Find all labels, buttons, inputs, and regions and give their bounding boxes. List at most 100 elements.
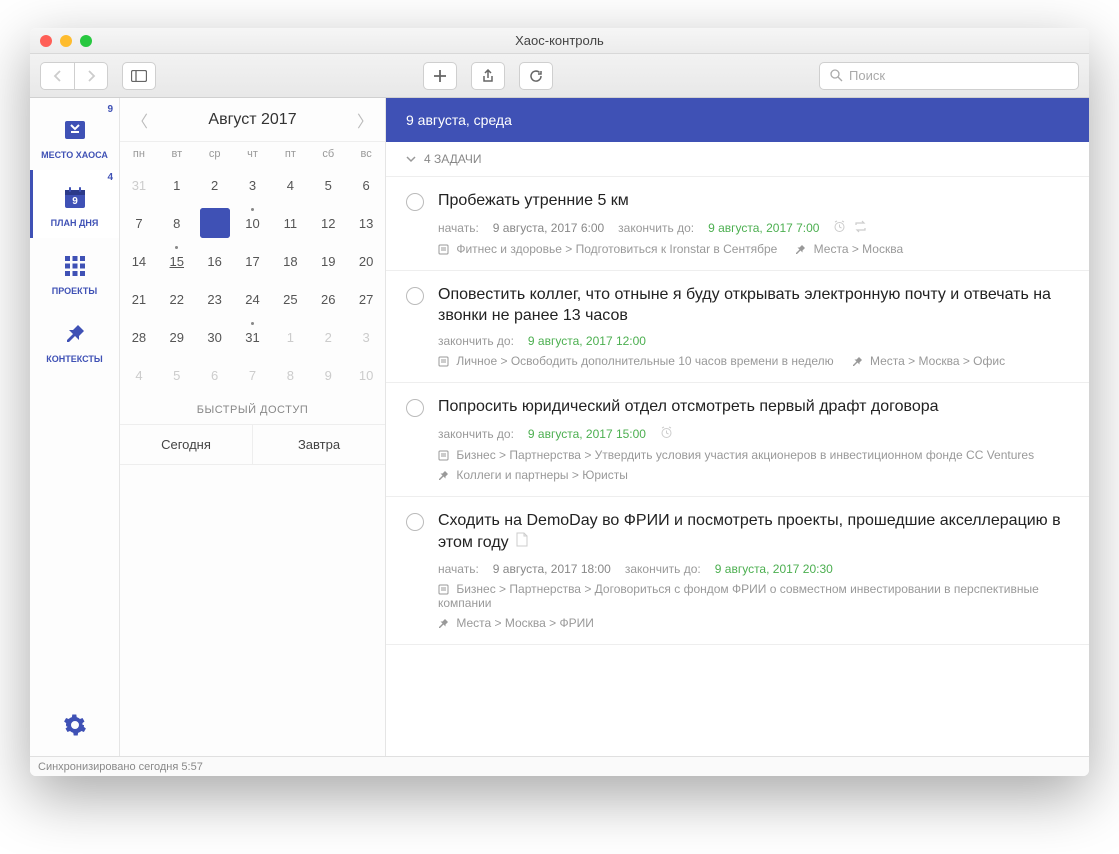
calendar-day[interactable]: 16 [196,242,234,280]
task-checkbox[interactable] [406,399,424,417]
prev-month-button[interactable]: 〈 [132,108,148,132]
body: 9 МЕСТО ХАОСА 4 9 ПЛАН ДНЯ ПРОЕКТЫ КОНТЕ… [30,98,1089,756]
calendar-day[interactable]: 1 [271,318,309,356]
task-item[interactable]: Попросить юридический отдел отсмотреть п… [386,383,1089,497]
back-button[interactable] [40,62,74,90]
calendar-day[interactable]: 11 [271,204,309,242]
calendar-title: Август 2017 [208,111,296,129]
calendar-day[interactable]: 21 [120,280,158,318]
inbox-icon [61,116,89,144]
calendar-day[interactable]: 19 [309,242,347,280]
pin-icon [61,320,89,348]
quick-access-header: БЫСТРЫЙ ДОСТУП [120,394,385,424]
calendar-day[interactable]: 2 [309,318,347,356]
task-checkbox[interactable] [406,287,424,305]
share-button[interactable] [471,62,505,90]
task-checkbox[interactable] [406,193,424,211]
next-month-button[interactable]: 〉 [357,108,373,132]
calendar-day[interactable]: 8 [158,204,196,242]
sidebar: 9 МЕСТО ХАОСА 4 9 ПЛАН ДНЯ ПРОЕКТЫ КОНТЕ… [30,98,120,756]
calendar-day[interactable]: 7 [234,356,272,394]
task-checkbox[interactable] [406,513,424,531]
calendar-day[interactable]: 20 [347,242,385,280]
calendar-day[interactable]: 15 [158,242,196,280]
calendar-day[interactable]: 8 [271,356,309,394]
calendar-day[interactable]: 14 [120,242,158,280]
calendar-day[interactable]: 2 [196,166,234,204]
settings-button[interactable] [30,699,119,756]
calendar-header: 〈 Август 2017 〉 [120,98,385,142]
forward-button[interactable] [74,62,108,90]
sidebar-item-day-plan[interactable]: 4 9 ПЛАН ДНЯ [30,170,119,238]
calendar-day[interactable]: 12 [309,204,347,242]
section-header[interactable]: 4 ЗАДАЧИ [386,142,1089,177]
calendar-day[interactable]: 5 [158,356,196,394]
today-button[interactable]: Сегодня [120,425,253,464]
calendar-day[interactable]: 25 [271,280,309,318]
calendar-day[interactable]: 13 [347,204,385,242]
task-item[interactable]: Оповестить коллег, что отныне я буду отк… [386,271,1089,384]
calendar-day[interactable]: 1 [158,166,196,204]
calendar-day[interactable]: 31 [234,318,272,356]
gear-icon [63,713,87,737]
calendar-day[interactable]: 3 [234,166,272,204]
task-tags: Личное > Освободить дополнительные 10 ча… [438,354,1069,368]
task-meta: начать:9 августа, 2017 6:00закончить до:… [438,220,1069,236]
calendar-day[interactable]: 22 [158,280,196,318]
repeat-icon [854,220,867,236]
calendar-dow: вс [347,142,385,166]
calendar-dow: вт [158,142,196,166]
sidebar-toggle-button[interactable] [122,62,156,90]
sidebar-item-contexts[interactable]: КОНТЕКСТЫ [30,306,119,374]
task-project: Личное > Освободить дополнительные 10 ча… [438,354,834,368]
task-item[interactable]: Сходить на DemoDay во ФРИИ и посмотреть … [386,497,1089,645]
sync-button[interactable] [519,62,553,90]
svg-text:9: 9 [72,196,78,207]
calendar-day[interactable]: 10 [347,356,385,394]
task-item[interactable]: Пробежать утренние 5 км начать:9 августа,… [386,177,1089,271]
toolbar: Поиск [30,54,1089,98]
task-title: Пробежать утренние 5 км [438,191,1069,212]
calendar-day[interactable]: 9 [196,204,234,242]
task-meta: начать:9 августа, 2017 18:00закончить до… [438,562,1069,576]
calendar-day[interactable]: 18 [271,242,309,280]
sidebar-item-chaos[interactable]: 9 МЕСТО ХАОСА [30,102,119,170]
alarm-icon [833,220,846,236]
calendar-day[interactable]: 30 [196,318,234,356]
section-label: 4 ЗАДАЧИ [424,152,481,166]
calendar-day[interactable]: 23 [196,280,234,318]
calendar-day[interactable]: 5 [309,166,347,204]
task-context: Места > Москва > Офис [852,354,1005,368]
task-title: Попросить юридический отдел отсмотреть п… [438,397,1069,418]
task-meta: закончить до:9 августа, 2017 12:00 [438,334,1069,348]
tomorrow-button[interactable]: Завтра [253,425,385,464]
calendar-day[interactable]: 4 [120,356,158,394]
calendar-day[interactable]: 6 [347,166,385,204]
statusbar: Синхронизировано сегодня 5:57 [30,756,1089,776]
calendar-dow: чт [234,142,272,166]
calendar-day[interactable]: 31 [120,166,158,204]
calendar-day[interactable]: 10 [234,204,272,242]
add-button[interactable] [423,62,457,90]
chevron-down-icon [406,154,416,164]
calendar-day[interactable]: 17 [234,242,272,280]
calendar-day[interactable]: 28 [120,318,158,356]
main-panel: 9 августа, среда 4 ЗАДАЧИ Пробежать утре… [386,98,1089,756]
search-input[interactable]: Поиск [819,62,1079,90]
calendar-dow: пт [271,142,309,166]
calendar-day[interactable]: 7 [120,204,158,242]
window-title: Хаос-контроль [30,33,1089,48]
sync-status: Синхронизировано сегодня 5:57 [38,761,203,773]
calendar-day[interactable]: 26 [309,280,347,318]
calendar-day[interactable]: 9 [309,356,347,394]
calendar-day[interactable]: 24 [234,280,272,318]
quick-access: Сегодня Завтра [120,424,385,465]
calendar-panel: 〈 Август 2017 〉 пнвтсрчтптсбвс 311234567… [120,98,386,756]
sidebar-item-projects[interactable]: ПРОЕКТЫ [30,238,119,306]
calendar-day[interactable]: 29 [158,318,196,356]
calendar-dow: пн [120,142,158,166]
calendar-day[interactable]: 3 [347,318,385,356]
calendar-day[interactable]: 27 [347,280,385,318]
calendar-day[interactable]: 6 [196,356,234,394]
calendar-day[interactable]: 4 [271,166,309,204]
